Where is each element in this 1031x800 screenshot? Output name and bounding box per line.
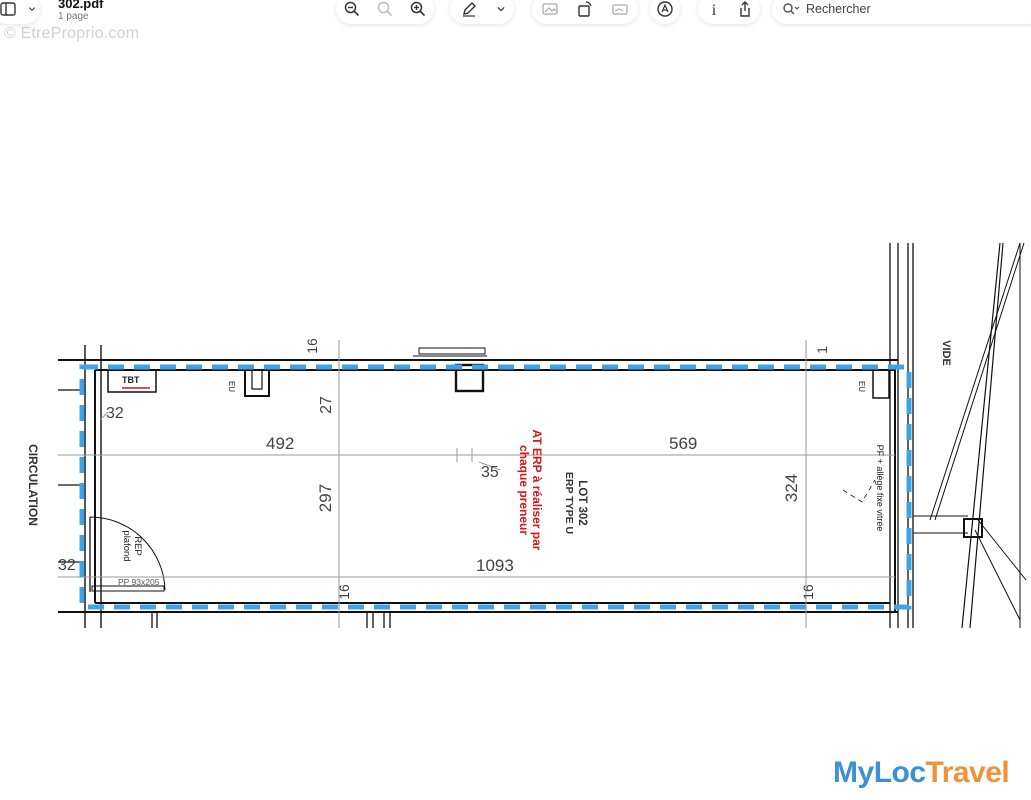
circulation-label: CIRCULATION: [26, 444, 40, 526]
logo-part-loc: Loc: [873, 756, 926, 789]
rep-line1: REP: [132, 536, 143, 556]
tbt-label: TBT: [122, 375, 140, 385]
eu-right-label: EU: [857, 380, 867, 393]
erp-type: ERP TYPE U: [563, 471, 575, 535]
dim-35: 35: [481, 464, 499, 481]
lot-label: LOT 302 ERP TYPE U: [562, 433, 588, 573]
eu-left-label: EU: [227, 380, 237, 393]
dim-569: 569: [669, 434, 698, 453]
erp-notice-line1: AT ERP à réaliser par: [530, 429, 544, 551]
dim-32-left: 32: [58, 557, 76, 574]
vide-label: VIDE: [940, 340, 952, 366]
erp-notice-line2: chaque preneur: [517, 444, 531, 536]
dim-16-bottom-right: 16: [799, 584, 816, 600]
logo-part-travel: Travel: [925, 756, 1010, 789]
dim-16-bottom-left: 16: [335, 584, 352, 600]
rep-line2: plafond: [121, 530, 132, 562]
dim-32-top: 32: [106, 405, 124, 422]
dim-324: 324: [782, 473, 802, 503]
dim-16-top-left: 16: [303, 338, 320, 354]
window-label: PF + allège fixe vitrée: [875, 444, 885, 532]
floor-plan: [58, 242, 1027, 629]
dim-16-top-right: 1: [813, 346, 830, 354]
dim-1093: 1093: [476, 556, 514, 575]
logo-part-my: My: [833, 756, 874, 789]
lot-title: LOT 302: [576, 480, 588, 526]
dim-492: 492: [266, 434, 295, 453]
dim-297: 297: [316, 483, 336, 513]
door-label: PP 93x205: [118, 577, 160, 587]
myloctravel-logo: MyLocTravel: [833, 756, 1010, 790]
rep-label: REP plafond: [121, 511, 143, 581]
dim-27: 27: [317, 396, 335, 414]
erp-notice: AT ERP à réaliser par chaque preneur: [517, 410, 544, 570]
